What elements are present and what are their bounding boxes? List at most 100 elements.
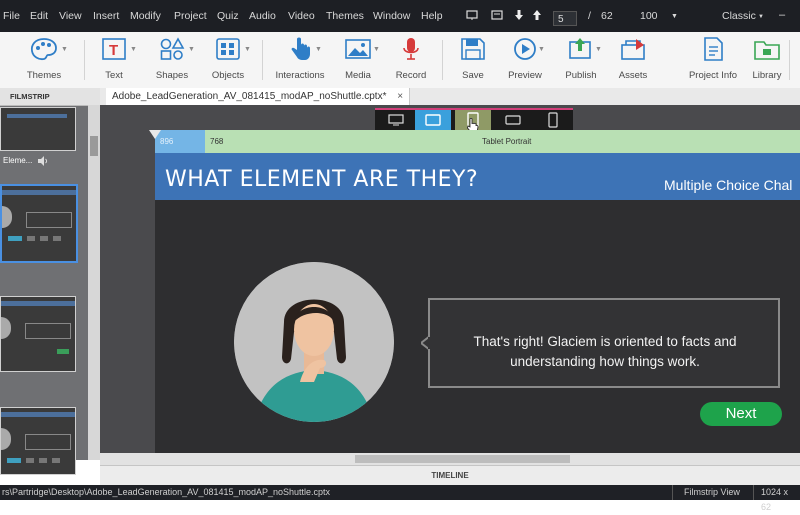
assets-label: Assets — [618, 70, 648, 81]
character-illustration — [234, 262, 394, 422]
filmstrip-thumbnail[interactable] — [0, 107, 76, 151]
menu-file[interactable]: File — [3, 10, 20, 22]
menu-edit[interactable]: Edit — [30, 10, 48, 22]
document-tab[interactable]: Adobe_LeadGeneration_AV_081415_modAP_noS… — [106, 88, 411, 105]
phone-portrait-button[interactable] — [535, 110, 571, 130]
menu-insert[interactable]: Insert — [93, 10, 119, 22]
shapes-label: Shapes — [155, 70, 189, 81]
filmstrip-thumbnail[interactable] — [0, 407, 76, 475]
current-page-input[interactable]: 5 — [553, 11, 577, 26]
publish-icon — [569, 38, 591, 59]
zoom-caret-icon[interactable]: ▼ — [671, 13, 678, 20]
slide-subtitle[interactable]: Multiple Choice Chal — [664, 177, 792, 193]
assets-icon — [621, 39, 645, 60]
folder-icon — [754, 41, 780, 60]
publish-label: Publish — [565, 70, 597, 81]
library-label: Library — [752, 70, 782, 81]
preview-caret-icon[interactable]: ▼ — [538, 46, 545, 53]
speaker-icon[interactable] — [37, 156, 48, 166]
phone-landscape-icon — [505, 115, 521, 125]
record-button[interactable]: Record — [381, 36, 441, 81]
interactions-caret-icon[interactable]: ▼ — [315, 46, 322, 53]
text-label: Text — [105, 70, 123, 81]
ruler-left-value: 896 — [160, 137, 174, 146]
objects-label: Objects — [211, 70, 245, 81]
publish-button[interactable]: Publish — [551, 36, 611, 81]
caption-pointer-icon — [421, 336, 430, 350]
interactions-button[interactable]: Interactions — [270, 36, 330, 81]
menu-modify[interactable]: Modify — [130, 10, 161, 22]
shapes-button[interactable]: Shapes — [142, 36, 202, 81]
objects-button[interactable]: Objects — [198, 36, 258, 81]
menu-quiz[interactable]: Quiz — [217, 10, 239, 22]
slide-label: Eleme... — [3, 156, 33, 165]
preview-button[interactable]: Preview — [495, 36, 555, 81]
total-pages: 62 — [601, 10, 613, 22]
shapes-caret-icon[interactable]: ▼ — [188, 46, 195, 53]
character-avatar[interactable] — [234, 262, 394, 422]
filmstrip-thumbnail-selected[interactable] — [0, 184, 78, 263]
stage-scroll-thumb[interactable] — [355, 455, 570, 463]
file-path: rs\Partridge\Desktop\Adobe_LeadGeneratio… — [2, 487, 331, 497]
filmstrip-thumbnail[interactable] — [0, 296, 76, 372]
media-caret-icon[interactable]: ▼ — [373, 46, 380, 53]
project-info-label: Project Info — [688, 70, 738, 81]
slide-title[interactable]: WHAT ELEMENT ARE THEY? — [165, 167, 478, 192]
document-tab-title: Adobe_LeadGeneration_AV_081415_modAP_noS… — [112, 91, 387, 102]
feedback-line: That's right! Glaciem is oriented to fac… — [473, 334, 737, 349]
save-button[interactable]: Save — [443, 36, 503, 81]
hand-pointer-icon — [291, 37, 310, 60]
objects-caret-icon[interactable]: ▼ — [244, 46, 251, 53]
media-label: Media — [345, 70, 371, 81]
workspace-caret-icon[interactable]: ▼ — [758, 14, 764, 20]
workspace-switcher[interactable]: Classic — [722, 10, 756, 22]
palette-icon — [30, 38, 57, 61]
text-icon: T — [102, 38, 126, 60]
desktop-view-button[interactable] — [378, 110, 414, 130]
ruler-mid-value: 768 — [210, 137, 224, 146]
svg-text:T: T — [109, 42, 118, 59]
device-name-label: Tablet Portrait — [482, 137, 532, 146]
assets-button[interactable]: Assets — [603, 36, 663, 81]
status-bar: rs\Partridge\Desktop\Adobe_LeadGeneratio… — [0, 485, 800, 512]
objects-icon — [216, 38, 240, 60]
text-caret-icon[interactable]: ▼ — [130, 46, 137, 53]
project-size: 1024 x 62 — [761, 487, 789, 512]
next-button[interactable]: Next — [700, 402, 782, 426]
monitor-icon — [388, 114, 404, 126]
publish-caret-icon[interactable]: ▼ — [595, 46, 602, 53]
phone-portrait-icon — [548, 112, 558, 128]
menu-video[interactable]: Video — [288, 10, 315, 22]
text-button[interactable]: T Text — [84, 36, 144, 81]
themes-button[interactable]: Themes — [14, 36, 74, 81]
save-icon — [461, 38, 485, 60]
record-label: Record — [395, 70, 427, 81]
menu-view[interactable]: View — [59, 10, 82, 22]
menu-project[interactable]: Project — [174, 10, 207, 22]
timeline-panel-header[interactable]: TIMELINE — [100, 465, 800, 486]
library-button[interactable]: Library — [737, 36, 797, 81]
project-info-button[interactable]: Project Info — [683, 36, 743, 81]
interactions-label: Interactions — [275, 70, 325, 81]
image-icon — [345, 39, 371, 59]
media-button[interactable]: Media — [328, 36, 388, 81]
filmstrip-scrollbar[interactable] — [88, 105, 100, 460]
preview-icon[interactable] — [491, 9, 503, 21]
zoom-value[interactable]: 100 — [640, 10, 658, 22]
arrow-up-icon[interactable] — [531, 9, 543, 21]
minimize-icon[interactable]: – — [779, 9, 785, 21]
view-mode: Filmstrip View — [684, 487, 740, 497]
phone-landscape-button[interactable] — [495, 110, 531, 130]
menu-window[interactable]: Window — [373, 10, 410, 22]
menu-themes[interactable]: Themes — [326, 10, 364, 22]
close-tab-icon[interactable]: × — [397, 91, 403, 102]
tablet-landscape-button[interactable] — [415, 110, 451, 130]
themes-caret-icon[interactable]: ▼ — [61, 46, 68, 53]
arrow-down-icon[interactable] — [513, 9, 525, 21]
play-icon — [514, 38, 536, 60]
save-label: Save — [462, 70, 484, 81]
menu-help[interactable]: Help — [421, 10, 443, 22]
filmstrip-scroll-thumb[interactable] — [90, 136, 98, 156]
menu-audio[interactable]: Audio — [249, 10, 276, 22]
slide-icon[interactable] — [466, 9, 478, 21]
